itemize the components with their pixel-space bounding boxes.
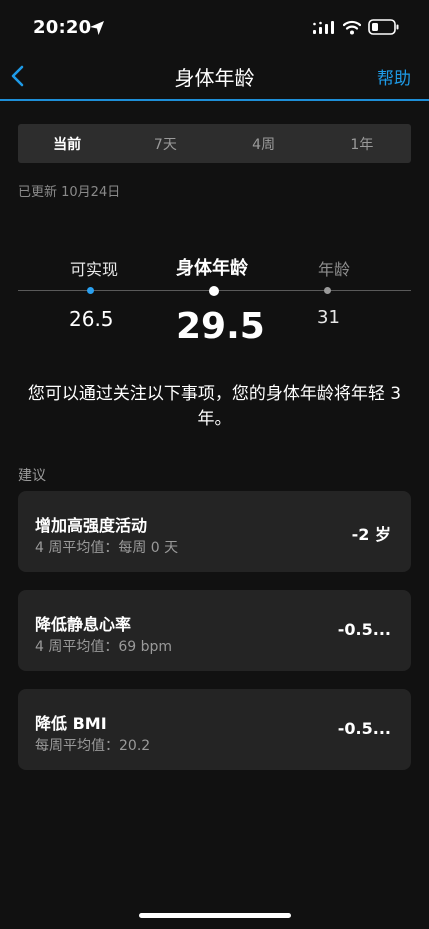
period-tabs: 当前 7天 4周 1年	[18, 124, 411, 163]
tab-1-year[interactable]: 1年	[313, 124, 411, 163]
suggestion-subtitle: 4 周平均值：每周 0 天	[35, 540, 179, 556]
achievable-label: 可实现	[70, 260, 119, 279]
status-time: 20:20	[33, 17, 92, 38]
fitness-age-label: 身体年龄	[176, 258, 248, 279]
help-button[interactable]: 帮助	[377, 64, 411, 89]
suggestion-title: 增加高强度活动	[35, 516, 148, 535]
improvement-message: 您可以通过关注以下事项，您的身体年龄将年轻 3 年。	[27, 384, 402, 429]
age-label: 年龄	[318, 260, 351, 279]
suggestion-title: 降低 BMI	[35, 714, 107, 733]
suggestion-subtitle: 4 周平均值：69 bpm	[35, 639, 173, 655]
suggestions-title: 建议	[18, 468, 46, 484]
achievable-value: 26.5	[69, 307, 114, 331]
suggestion-value: -0.5...	[337, 719, 391, 738]
age-marker	[324, 287, 331, 294]
tab-4-weeks[interactable]: 4周	[215, 124, 313, 163]
home-indicator[interactable]	[139, 913, 291, 918]
suggestion-value: -2 岁	[351, 525, 391, 544]
fitness-age-marker	[209, 286, 219, 296]
page-title: 身体年龄	[174, 66, 255, 90]
battery-icon	[368, 19, 399, 35]
achievable-marker	[87, 287, 94, 294]
suggestion-card-bmi[interactable]: 降低 BMI 每周平均值：20.2 -0.5...	[18, 689, 411, 770]
tab-7-days[interactable]: 7天	[116, 124, 214, 163]
suggestion-value: -0.5...	[337, 620, 391, 639]
suggestion-title: 降低静息心率	[35, 615, 132, 634]
signal-icon	[313, 21, 334, 34]
location-arrow-icon	[90, 21, 104, 35]
fitness-age-value: 29.5	[176, 306, 265, 347]
suggestion-card-resting-heart-rate[interactable]: 降低静息心率 4 周平均值：69 bpm -0.5...	[18, 590, 411, 671]
tab-current[interactable]: 当前	[18, 124, 116, 163]
suggestion-card-vigorous-activity[interactable]: 增加高强度活动 4 周平均值：每周 0 天 -2 岁	[18, 491, 411, 572]
updated-date: 已更新 10月24日	[18, 185, 121, 200]
nav-divider	[0, 99, 429, 101]
age-value: 31	[317, 307, 340, 328]
wifi-icon	[343, 20, 361, 35]
suggestion-subtitle: 每周平均值：20.2	[35, 738, 151, 754]
